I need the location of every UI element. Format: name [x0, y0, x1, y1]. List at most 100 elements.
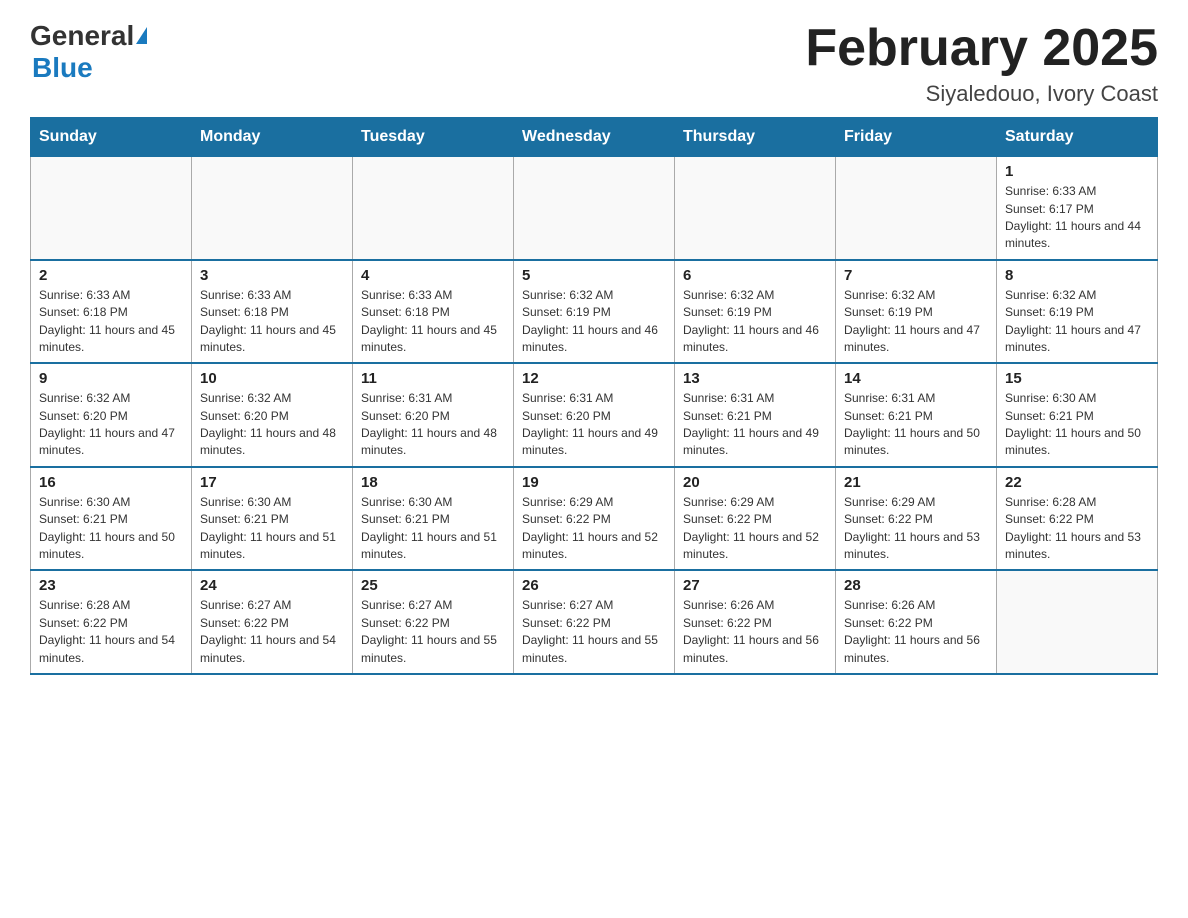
day-number: 24 — [200, 577, 344, 594]
day-info: Sunrise: 6:27 AM Sunset: 6:22 PM Dayligh… — [522, 597, 666, 667]
day-info: Sunrise: 6:32 AM Sunset: 6:19 PM Dayligh… — [1005, 287, 1149, 357]
weekday-header-wednesday: Wednesday — [514, 118, 675, 157]
calendar-cell: 10 Sunrise: 6:32 AM Sunset: 6:20 PM Dayli… — [192, 363, 353, 467]
day-number: 4 — [361, 267, 505, 284]
day-number: 1 — [1005, 163, 1149, 180]
day-number: 21 — [844, 474, 988, 491]
day-info: Sunrise: 6:33 AM Sunset: 6:18 PM Dayligh… — [200, 287, 344, 357]
page-header: General Blue February 2025 Siyaledouo, I… — [30, 20, 1158, 107]
month-title: February 2025 — [805, 20, 1158, 77]
weekday-header-saturday: Saturday — [997, 118, 1158, 157]
day-info: Sunrise: 6:32 AM Sunset: 6:19 PM Dayligh… — [522, 287, 666, 357]
calendar-cell: 7Sunrise: 6:32 AM Sunset: 6:19 PM Daylig… — [836, 260, 997, 364]
day-info: Sunrise: 6:30 AM Sunset: 6:21 PM Dayligh… — [200, 494, 344, 564]
day-info: Sunrise: 6:32 AM Sunset: 6:20 PM Dayligh… — [200, 390, 344, 460]
calendar-cell — [514, 157, 675, 260]
day-number: 14 — [844, 370, 988, 387]
day-info: Sunrise: 6:27 AM Sunset: 6:22 PM Dayligh… — [361, 597, 505, 667]
calendar-cell: 5 Sunrise: 6:32 AM Sunset: 6:19 PM Daylig… — [514, 260, 675, 364]
day-number: 16 — [39, 474, 183, 491]
weekday-header-sunday: Sunday — [31, 118, 192, 157]
calendar-cell: 26 Sunrise: 6:27 AM Sunset: 6:22 PM Dayli… — [514, 570, 675, 674]
calendar-cell: 12Sunrise: 6:31 AM Sunset: 6:20 PM Dayli… — [514, 363, 675, 467]
day-info: Sunrise: 6:33 AM Sunset: 6:17 PM Dayligh… — [1005, 183, 1149, 253]
weekday-header-friday: Friday — [836, 118, 997, 157]
day-info: Sunrise: 6:29 AM Sunset: 6:22 PM Dayligh… — [522, 494, 666, 564]
calendar-cell: 19 Sunrise: 6:29 AM Sunset: 6:22 PM Dayli… — [514, 467, 675, 571]
calendar-cell: 13 Sunrise: 6:31 AM Sunset: 6:21 PM Dayli… — [675, 363, 836, 467]
day-number: 18 — [361, 474, 505, 491]
day-info: Sunrise: 6:29 AM Sunset: 6:22 PM Dayligh… — [844, 494, 988, 564]
weekday-header-tuesday: Tuesday — [353, 118, 514, 157]
day-info: Sunrise: 6:31 AM Sunset: 6:21 PM Dayligh… — [844, 390, 988, 460]
calendar-cell: 4Sunrise: 6:33 AM Sunset: 6:18 PM Daylig… — [353, 260, 514, 364]
day-number: 15 — [1005, 370, 1149, 387]
day-number: 22 — [1005, 474, 1149, 491]
day-number: 23 — [39, 577, 183, 594]
calendar-cell — [836, 157, 997, 260]
day-info: Sunrise: 6:30 AM Sunset: 6:21 PM Dayligh… — [1005, 390, 1149, 460]
title-block: February 2025 Siyaledouo, Ivory Coast — [805, 20, 1158, 107]
day-info: Sunrise: 6:31 AM Sunset: 6:21 PM Dayligh… — [683, 390, 827, 460]
day-number: 6 — [683, 267, 827, 284]
day-info: Sunrise: 6:26 AM Sunset: 6:22 PM Dayligh… — [683, 597, 827, 667]
calendar-cell: 18Sunrise: 6:30 AM Sunset: 6:21 PM Dayli… — [353, 467, 514, 571]
day-number: 26 — [522, 577, 666, 594]
day-number: 17 — [200, 474, 344, 491]
calendar-cell: 24 Sunrise: 6:27 AM Sunset: 6:22 PM Dayli… — [192, 570, 353, 674]
calendar-table: SundayMondayTuesdayWednesdayThursdayFrid… — [30, 117, 1158, 675]
calendar-cell: 28 Sunrise: 6:26 AM Sunset: 6:22 PM Dayli… — [836, 570, 997, 674]
day-number: 20 — [683, 474, 827, 491]
day-number: 12 — [522, 370, 666, 387]
calendar-cell: 27 Sunrise: 6:26 AM Sunset: 6:22 PM Dayli… — [675, 570, 836, 674]
calendar-cell: 11 Sunrise: 6:31 AM Sunset: 6:20 PM Dayli… — [353, 363, 514, 467]
day-info: Sunrise: 6:28 AM Sunset: 6:22 PM Dayligh… — [39, 597, 183, 667]
logo-blue-text: Blue — [32, 52, 147, 84]
day-number: 9 — [39, 370, 183, 387]
day-number: 28 — [844, 577, 988, 594]
calendar-cell — [31, 157, 192, 260]
calendar-cell — [353, 157, 514, 260]
calendar-cell: 21 Sunrise: 6:29 AM Sunset: 6:22 PM Dayli… — [836, 467, 997, 571]
day-info: Sunrise: 6:30 AM Sunset: 6:21 PM Dayligh… — [39, 494, 183, 564]
day-info: Sunrise: 6:28 AM Sunset: 6:22 PM Dayligh… — [1005, 494, 1149, 564]
day-info: Sunrise: 6:32 AM Sunset: 6:20 PM Dayligh… — [39, 390, 183, 460]
day-number: 3 — [200, 267, 344, 284]
calendar-cell: 6Sunrise: 6:32 AM Sunset: 6:19 PM Daylig… — [675, 260, 836, 364]
day-info: Sunrise: 6:29 AM Sunset: 6:22 PM Dayligh… — [683, 494, 827, 564]
week-row-2: 2Sunrise: 6:33 AM Sunset: 6:18 PM Daylig… — [31, 260, 1158, 364]
calendar-cell: 16 Sunrise: 6:30 AM Sunset: 6:21 PM Dayli… — [31, 467, 192, 571]
day-info: Sunrise: 6:33 AM Sunset: 6:18 PM Dayligh… — [39, 287, 183, 357]
calendar-cell — [675, 157, 836, 260]
weekday-header-thursday: Thursday — [675, 118, 836, 157]
day-number: 10 — [200, 370, 344, 387]
calendar-cell: 20 Sunrise: 6:29 AM Sunset: 6:22 PM Dayli… — [675, 467, 836, 571]
week-row-3: 9 Sunrise: 6:32 AM Sunset: 6:20 PM Daylig… — [31, 363, 1158, 467]
calendar-cell — [997, 570, 1158, 674]
calendar-cell: 17 Sunrise: 6:30 AM Sunset: 6:21 PM Dayli… — [192, 467, 353, 571]
day-info: Sunrise: 6:27 AM Sunset: 6:22 PM Dayligh… — [200, 597, 344, 667]
week-row-4: 16 Sunrise: 6:30 AM Sunset: 6:21 PM Dayli… — [31, 467, 1158, 571]
day-number: 13 — [683, 370, 827, 387]
weekday-header-row: SundayMondayTuesdayWednesdayThursdayFrid… — [31, 118, 1158, 157]
day-info: Sunrise: 6:26 AM Sunset: 6:22 PM Dayligh… — [844, 597, 988, 667]
calendar-cell: 9 Sunrise: 6:32 AM Sunset: 6:20 PM Daylig… — [31, 363, 192, 467]
day-number: 11 — [361, 370, 505, 387]
calendar-cell: 15 Sunrise: 6:30 AM Sunset: 6:21 PM Dayli… — [997, 363, 1158, 467]
week-row-1: 1 Sunrise: 6:33 AM Sunset: 6:17 PM Daylig… — [31, 157, 1158, 260]
calendar-cell: 8Sunrise: 6:32 AM Sunset: 6:19 PM Daylig… — [997, 260, 1158, 364]
location-title: Siyaledouo, Ivory Coast — [805, 81, 1158, 107]
day-number: 5 — [522, 267, 666, 284]
day-number: 7 — [844, 267, 988, 284]
day-number: 27 — [683, 577, 827, 594]
calendar-cell: 25Sunrise: 6:27 AM Sunset: 6:22 PM Dayli… — [353, 570, 514, 674]
week-row-5: 23 Sunrise: 6:28 AM Sunset: 6:22 PM Dayli… — [31, 570, 1158, 674]
weekday-header-monday: Monday — [192, 118, 353, 157]
day-number: 19 — [522, 474, 666, 491]
calendar-cell: 1 Sunrise: 6:33 AM Sunset: 6:17 PM Daylig… — [997, 157, 1158, 260]
calendar-cell — [192, 157, 353, 260]
calendar-cell: 22 Sunrise: 6:28 AM Sunset: 6:22 PM Dayli… — [997, 467, 1158, 571]
calendar-cell: 3 Sunrise: 6:33 AM Sunset: 6:18 PM Daylig… — [192, 260, 353, 364]
day-info: Sunrise: 6:31 AM Sunset: 6:20 PM Dayligh… — [361, 390, 505, 460]
logo: General Blue — [30, 20, 147, 84]
